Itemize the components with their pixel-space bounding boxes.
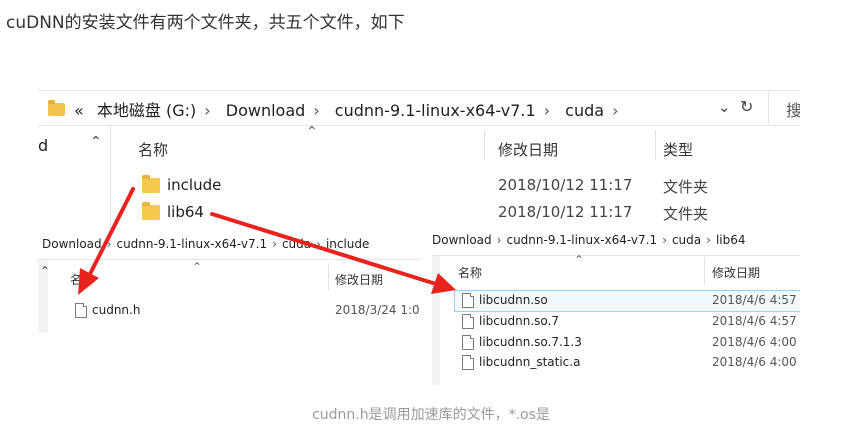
arrow-lib64-to-libcudnn-so xyxy=(210,212,456,294)
arrow-include-to-cudnn-h xyxy=(78,187,135,295)
annotation-arrows xyxy=(78,187,456,295)
caption-text: cudnn.h是调用加速库的文件，*.os是 xyxy=(312,407,550,423)
